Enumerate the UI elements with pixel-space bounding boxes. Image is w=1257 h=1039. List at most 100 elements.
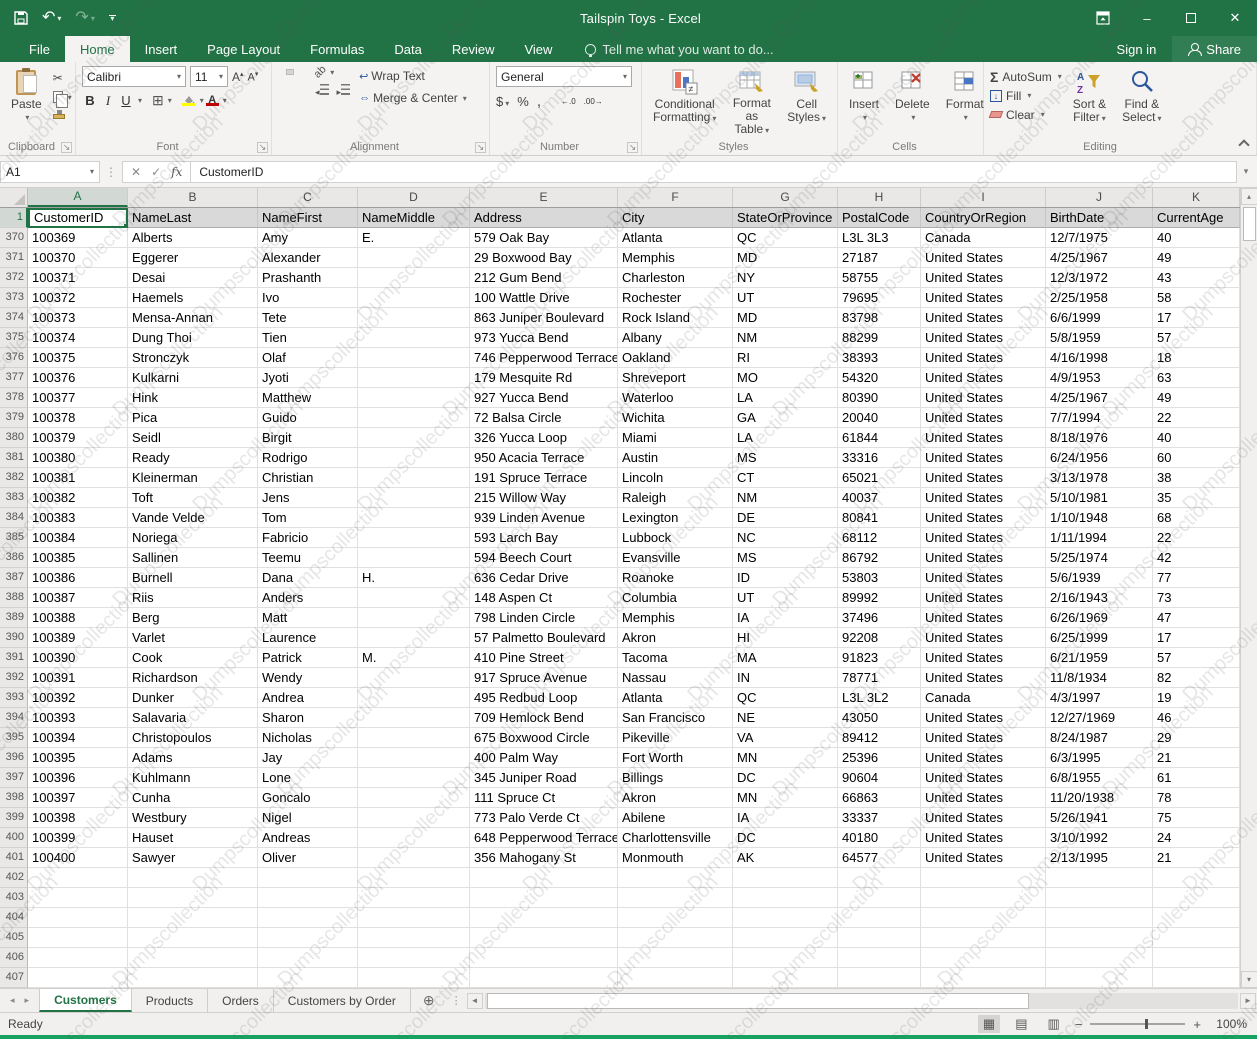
tab-split-handle[interactable]: ⋮	[448, 994, 465, 1007]
cell[interactable]: 7/7/1994	[1046, 408, 1153, 428]
cell[interactable]	[28, 928, 128, 948]
cell[interactable]	[358, 788, 470, 808]
cell[interactable]: 1/11/1994	[1046, 528, 1153, 548]
cell[interactable]: 25396	[838, 748, 921, 768]
cell[interactable]: 100389	[28, 628, 128, 648]
row-header[interactable]: 371	[0, 248, 28, 268]
cell[interactable]: Canada	[921, 688, 1046, 708]
tab-file[interactable]: File	[14, 36, 65, 62]
cell[interactable]: H.	[358, 568, 470, 588]
page-break-view-button[interactable]: ▥	[1043, 1015, 1065, 1033]
cell[interactable]	[358, 388, 470, 408]
cell[interactable]: Evansville	[618, 548, 733, 568]
cell[interactable]: 1/10/1948	[1046, 508, 1153, 528]
vertical-scrollbar[interactable]: ▴ ▾	[1240, 188, 1257, 988]
cell[interactable]: 29	[1153, 728, 1240, 748]
cell[interactable]	[358, 308, 470, 328]
cell[interactable]: 19	[1153, 688, 1240, 708]
cell[interactable]: 636 Cedar Drive	[470, 568, 618, 588]
cell[interactable]	[358, 948, 470, 968]
cell[interactable]: 22	[1153, 528, 1240, 548]
cell[interactable]	[470, 948, 618, 968]
cell[interactable]	[128, 948, 258, 968]
cell[interactable]: United States	[921, 808, 1046, 828]
cell[interactable]: 12/3/1972	[1046, 268, 1153, 288]
cut-button[interactable]: ✂	[53, 70, 72, 86]
cell[interactable]: Fabricio	[258, 528, 358, 548]
cell[interactable]: 100374	[28, 328, 128, 348]
cell[interactable]: 40037	[838, 488, 921, 508]
number-format-select[interactable]: General ▾	[496, 66, 632, 87]
cell[interactable]: Olaf	[258, 348, 358, 368]
cell[interactable]: 60	[1153, 448, 1240, 468]
cell[interactable]	[358, 748, 470, 768]
cell[interactable]: Cook	[128, 648, 258, 668]
undo-button[interactable]: ↶▾	[42, 10, 61, 26]
cell[interactable]: MD	[733, 308, 838, 328]
name-box-resizer[interactable]: ⋮	[100, 165, 122, 179]
cell[interactable]: Westbury	[128, 808, 258, 828]
cell[interactable]: Pica	[128, 408, 258, 428]
cell[interactable]: 100376	[28, 368, 128, 388]
cell[interactable]	[358, 688, 470, 708]
cell[interactable]	[28, 908, 128, 928]
cell[interactable]: Lubbock	[618, 528, 733, 548]
cell[interactable]	[358, 588, 470, 608]
cell[interactable]: 495 Redbud Loop	[470, 688, 618, 708]
cell[interactable]: 100369	[28, 228, 128, 248]
comma-style-button[interactable]: ,	[537, 93, 541, 110]
cell[interactable]: LA	[733, 428, 838, 448]
cell[interactable]: 5/6/1939	[1046, 568, 1153, 588]
cell[interactable]: 148 Aspen Ct	[470, 588, 618, 608]
cell[interactable]: 21	[1153, 848, 1240, 868]
expand-formula-bar-icon[interactable]: ▾	[1237, 166, 1255, 177]
cell[interactable]	[358, 528, 470, 548]
cell[interactable]: Noriega	[128, 528, 258, 548]
cell[interactable]: 798 Linden Circle	[470, 608, 618, 628]
row-header[interactable]: 394	[0, 708, 28, 728]
cell[interactable]: IA	[733, 608, 838, 628]
cell[interactable]: United States	[921, 288, 1046, 308]
cell[interactable]	[838, 968, 921, 988]
previous-sheet-button[interactable]: ◂	[10, 995, 15, 1006]
cell[interactable]: Lincoln	[618, 468, 733, 488]
cell[interactable]: DC	[733, 828, 838, 848]
cell[interactable]: Adams	[128, 748, 258, 768]
cell[interactable]: 100396	[28, 768, 128, 788]
vertical-scroll-thumb[interactable]	[1243, 207, 1256, 241]
cell[interactable]	[28, 948, 128, 968]
cell[interactable]: United States	[921, 248, 1046, 268]
cell[interactable]	[733, 968, 838, 988]
cell[interactable]	[733, 948, 838, 968]
cell[interactable]: Billings	[618, 768, 733, 788]
cell[interactable]: StateOrProvince	[733, 208, 838, 228]
cell[interactable]: 100380	[28, 448, 128, 468]
increase-indent-button[interactable]: ▸	[334, 82, 354, 100]
cell[interactable]: Miami	[618, 428, 733, 448]
horizontal-scroll-track[interactable]	[485, 993, 1238, 1009]
cell[interactable]: 17	[1153, 628, 1240, 648]
row-header[interactable]: 397	[0, 768, 28, 788]
confirm-entry-icon[interactable]: ✓	[151, 165, 161, 179]
find-select-button[interactable]: Find & Select▾	[1117, 66, 1166, 139]
cell[interactable]: Tien	[258, 328, 358, 348]
cell[interactable]: 88299	[838, 328, 921, 348]
cell[interactable]	[1153, 888, 1240, 908]
cell[interactable]: 11/8/1934	[1046, 668, 1153, 688]
orientation-dropdown-icon[interactable]: ▾	[330, 68, 334, 77]
insert-function-icon[interactable]: fx	[171, 165, 182, 179]
cell[interactable]: Haemels	[128, 288, 258, 308]
cell[interactable]: Rochester	[618, 288, 733, 308]
cell[interactable]	[838, 868, 921, 888]
minimize-button[interactable]: –	[1125, 0, 1169, 36]
cell[interactable]: Vande Velde	[128, 508, 258, 528]
cell[interactable]: Anders	[258, 588, 358, 608]
cell[interactable]: AK	[733, 848, 838, 868]
cell[interactable]: United States	[921, 768, 1046, 788]
cell[interactable]	[921, 948, 1046, 968]
cell[interactable]: 83798	[838, 308, 921, 328]
cell[interactable]: United States	[921, 508, 1046, 528]
cell[interactable]: Goncalo	[258, 788, 358, 808]
row-header[interactable]: 386	[0, 548, 28, 568]
cell[interactable]: Berg	[128, 608, 258, 628]
